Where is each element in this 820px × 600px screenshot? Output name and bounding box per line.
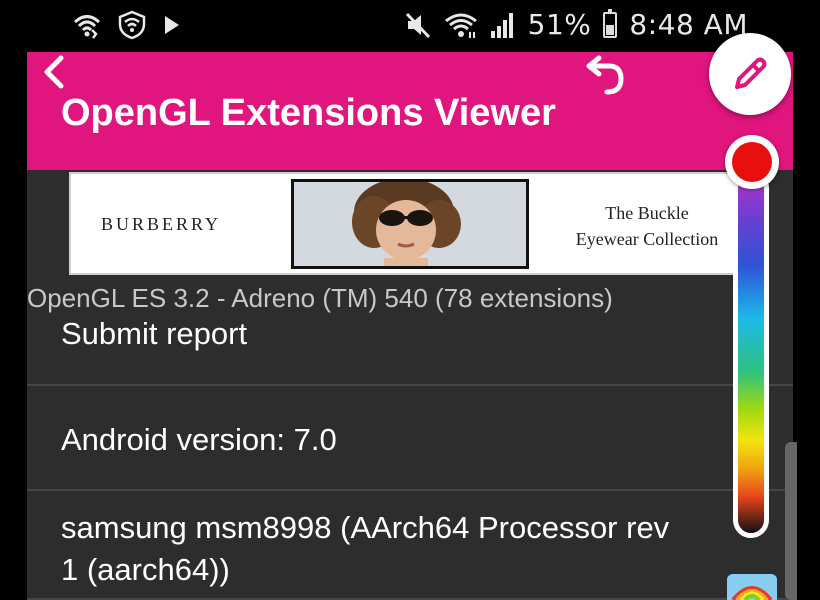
android-version-item[interactable]: Android version: 7.0 (27, 422, 793, 458)
battery-percent: 51% (527, 8, 592, 41)
device-info-line2: 1 (aarch64)) (61, 552, 230, 587)
battery-level (606, 25, 615, 35)
ad-brand: BURBERRY (101, 214, 222, 234)
rainbow-icon (727, 574, 777, 600)
pen-tool-button[interactable] (709, 33, 791, 115)
app-bar: OpenGL Extensions Viewer (27, 52, 793, 170)
scrollbar-handle[interactable] (785, 442, 797, 600)
ad-tagline-line2: Eyewear Collection (575, 229, 719, 249)
device-info-line1: samsung msm8998 (AArch64 Processor rev (61, 510, 670, 545)
submit-report-item[interactable]: Submit report (27, 316, 793, 352)
ad-tagline-line1: The Buckle (605, 203, 689, 223)
undo-icon (586, 55, 624, 95)
ad-photo (291, 179, 529, 269)
back-button[interactable] (35, 52, 75, 92)
ad-banner[interactable]: BURBERRY The Buckle Eyewear Collection (69, 172, 745, 275)
color-slider[interactable] (733, 170, 769, 538)
divider (27, 384, 793, 386)
model-in-sunglasses-image (294, 182, 526, 266)
clock: 8:48 AM (629, 8, 748, 41)
device-info-item[interactable]: samsung msm8998 (AArch64 Processor rev 1… (27, 507, 793, 591)
wifi-call-icon (73, 15, 101, 39)
back-chevron-icon (44, 55, 64, 89)
opengl-summary: OpenGL ES 3.2 - Adreno (TM) 540 (78 exte… (27, 283, 613, 313)
battery-icon (603, 8, 618, 38)
undo-button[interactable] (579, 54, 629, 98)
rainbow-color-button[interactable] (727, 574, 777, 600)
page-title: OpenGL Extensions Viewer (61, 92, 556, 134)
signal-icon (490, 12, 513, 38)
shield-vpn-icon (118, 10, 146, 40)
status-left-icons (72, 10, 182, 40)
pencil-icon (735, 57, 767, 89)
mute-icon (405, 12, 430, 38)
selected-color-swatch (732, 142, 772, 182)
app-window: OpenGL Extensions Viewer BURBERRY The Bu… (27, 52, 793, 600)
status-bar: 51% 8:48 AM (0, 0, 820, 52)
ad-tagline: The Buckle Eyewear Collection (557, 200, 737, 252)
wifi-icon (444, 13, 477, 38)
status-right-icons: 51% 8:48 AM (404, 8, 748, 41)
color-slider-knob[interactable] (725, 135, 779, 189)
play-store-icon (165, 16, 179, 34)
divider (27, 489, 793, 491)
